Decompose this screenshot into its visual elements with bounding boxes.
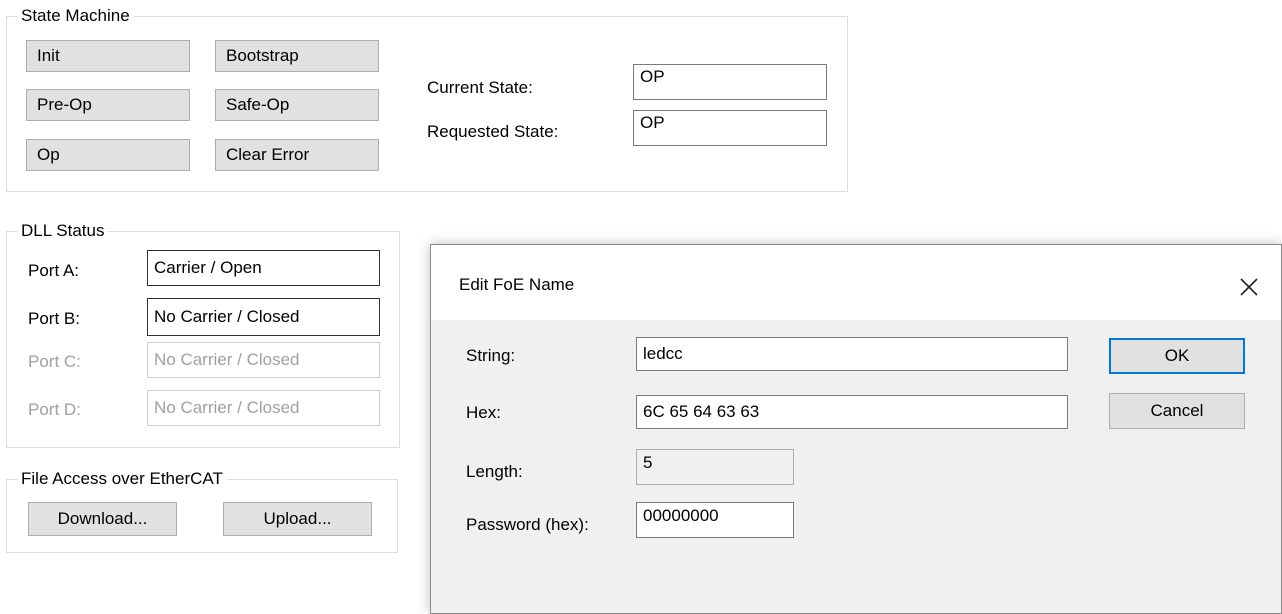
port-c-label: Port C: xyxy=(28,352,81,371)
clear-error-button[interactable]: Clear Error xyxy=(215,139,379,171)
cancel-button[interactable]: Cancel xyxy=(1109,393,1245,429)
dll-status-title: DLL Status xyxy=(17,220,109,242)
password-input-text[interactable] xyxy=(643,506,793,526)
hex-label: Hex: xyxy=(466,403,501,422)
port-d-field: No Carrier / Closed xyxy=(147,390,380,426)
foe-title: File Access over EtherCAT xyxy=(17,468,227,490)
current-state-value: OP xyxy=(640,67,665,86)
password-input[interactable] xyxy=(636,502,794,538)
safe-op-button[interactable]: Safe-Op xyxy=(215,89,379,121)
length-label: Length: xyxy=(466,462,523,481)
close-icon[interactable] xyxy=(1229,267,1269,307)
port-c-value: No Carrier / Closed xyxy=(154,350,300,369)
port-d-label: Port D: xyxy=(28,400,81,419)
length-value: 5 xyxy=(643,453,653,472)
string-input[interactable] xyxy=(636,337,1068,371)
port-b-label: Port B: xyxy=(28,309,80,328)
password-label: Password (hex): xyxy=(466,515,589,534)
pre-op-button[interactable]: Pre-Op xyxy=(26,89,190,121)
op-button[interactable]: Op xyxy=(26,139,190,171)
ok-button[interactable]: OK xyxy=(1109,338,1245,374)
init-button[interactable]: Init xyxy=(26,40,190,72)
port-a-label: Port A: xyxy=(28,261,80,280)
requested-state-label: Requested State: xyxy=(427,122,559,141)
port-a-field: Carrier / Open xyxy=(147,250,380,286)
hex-input-text[interactable] xyxy=(643,402,1067,422)
edit-foe-name-dialog: Edit FoE Name String: Hex: Length: 5 Pas… xyxy=(430,244,1282,614)
download-button[interactable]: Download... xyxy=(28,502,177,536)
state-machine-title: State Machine xyxy=(17,5,134,27)
bootstrap-button[interactable]: Bootstrap xyxy=(215,40,379,72)
dialog-title: Edit FoE Name xyxy=(459,275,575,294)
requested-state-field: OP xyxy=(633,110,827,146)
current-state-label: Current State: xyxy=(427,78,533,97)
port-b-field: No Carrier / Closed xyxy=(147,298,380,336)
string-input-text[interactable] xyxy=(643,344,1067,364)
port-b-value: No Carrier / Closed xyxy=(154,307,300,326)
dialog-titlebar: Edit FoE Name xyxy=(431,245,1281,320)
upload-button[interactable]: Upload... xyxy=(223,502,372,536)
current-state-field: OP xyxy=(633,64,827,100)
hex-input[interactable] xyxy=(636,395,1068,429)
port-c-field: No Carrier / Closed xyxy=(147,342,380,378)
port-d-value: No Carrier / Closed xyxy=(154,398,300,417)
length-field: 5 xyxy=(636,449,794,485)
port-a-value: Carrier / Open xyxy=(154,258,262,277)
string-label: String: xyxy=(466,346,516,365)
requested-state-value: OP xyxy=(640,113,665,132)
